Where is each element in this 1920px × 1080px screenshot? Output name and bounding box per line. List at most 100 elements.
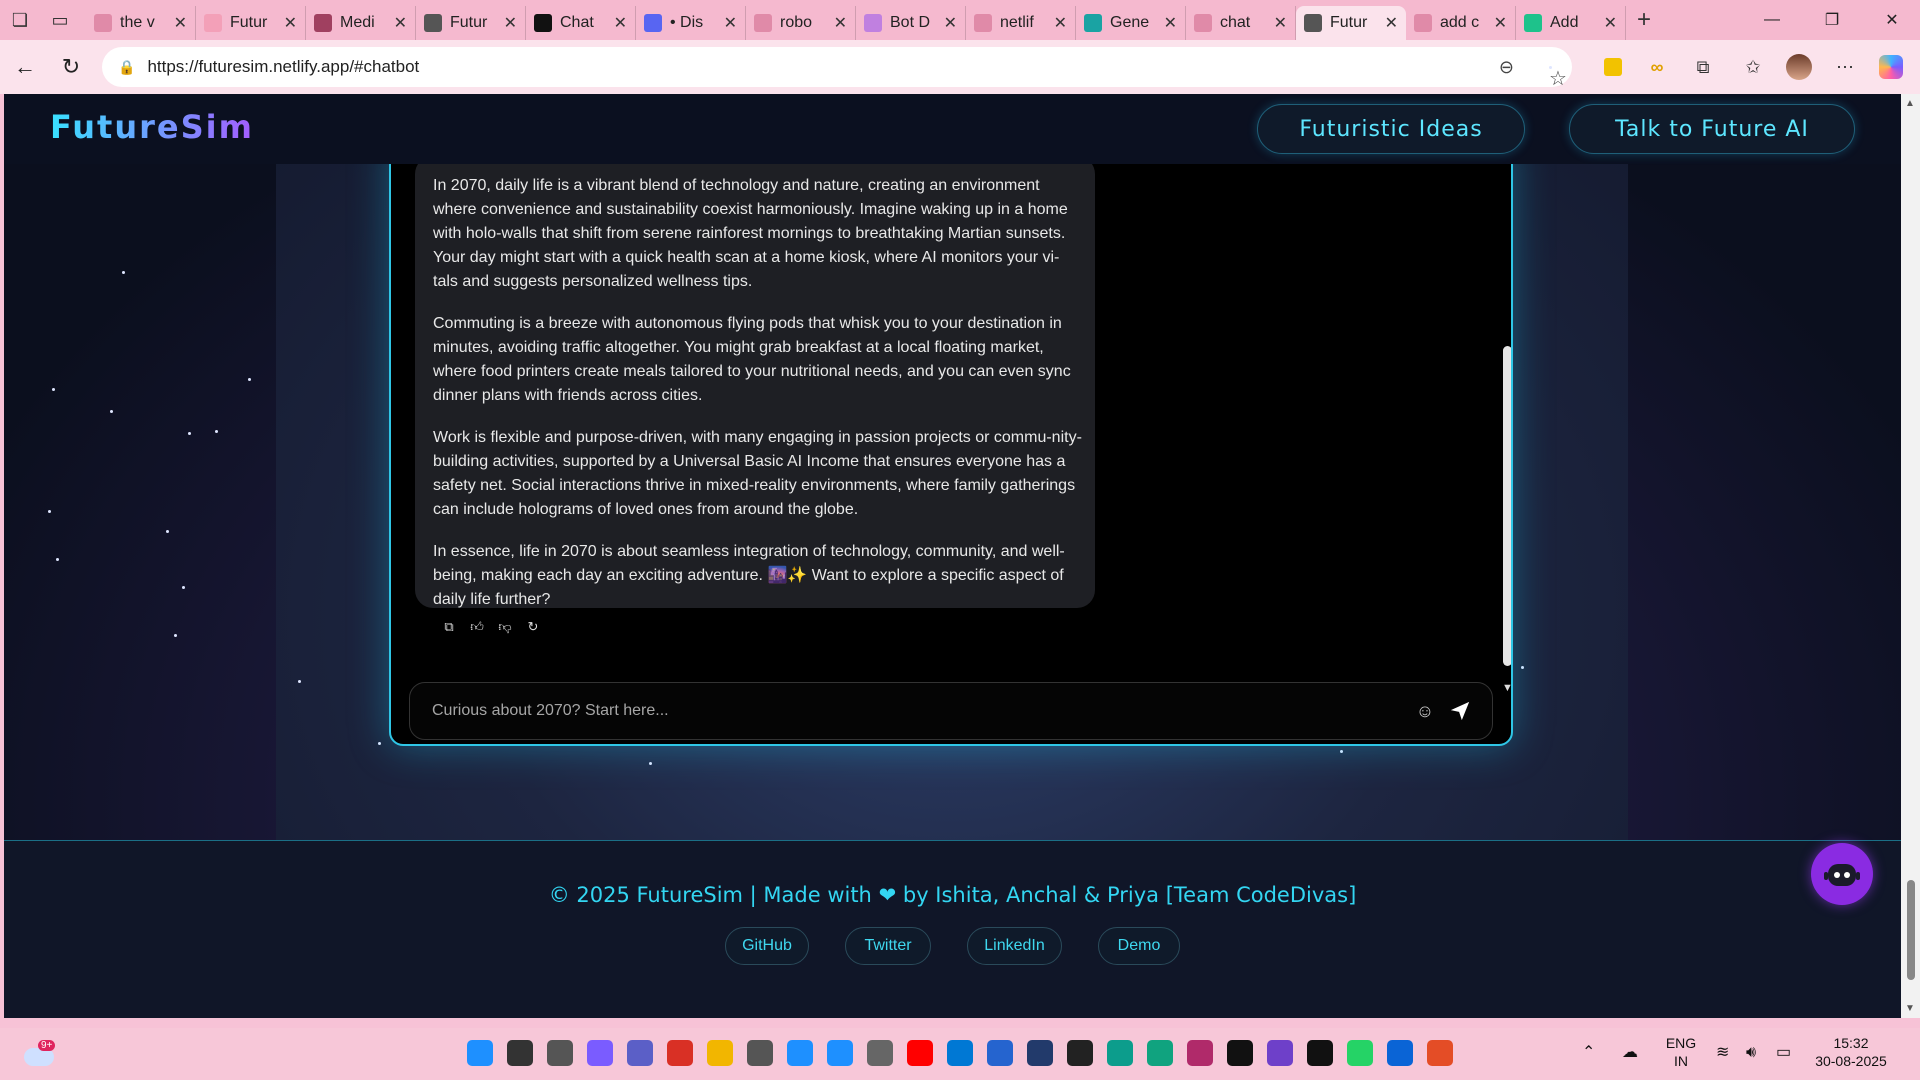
snipping-icon[interactable] <box>1027 1040 1053 1066</box>
browser-tab[interactable]: Chat ✕ <box>526 6 636 40</box>
close-tab-icon[interactable]: ✕ <box>1494 13 1507 33</box>
emoji-icon[interactable]: ☺ <box>1414 700 1436 722</box>
linkedin-link[interactable]: LinkedIn <box>967 927 1062 965</box>
volume-icon[interactable]: 🔊︎ <box>1746 1044 1756 1062</box>
futuristic-ideas-button[interactable]: Futuristic Ideas <box>1257 104 1525 154</box>
thumbs-down-icon[interactable]: 👎︎ <box>497 619 513 635</box>
page-scrollbar[interactable]: ▲ ▼ <box>1901 94 1920 1018</box>
zoom-icon[interactable]: ⊖ <box>1499 57 1514 78</box>
favorite-star-icon[interactable]: ☆ <box>1549 65 1567 90</box>
browser-tab[interactable]: Bot D ✕ <box>856 6 966 40</box>
terminal-preview-icon[interactable] <box>1067 1040 1093 1066</box>
browser-tab[interactable]: Add ✕ <box>1516 6 1626 40</box>
calculator-icon[interactable] <box>867 1040 893 1066</box>
hidden-icons-chevron-icon[interactable]: ⌃ <box>1582 1044 1595 1062</box>
vscode-icon[interactable] <box>947 1040 973 1066</box>
demo-link[interactable]: Demo <box>1098 927 1180 965</box>
scroll-up-icon[interactable]: ▲ <box>1905 98 1915 109</box>
terminal-icon[interactable] <box>1227 1040 1253 1066</box>
more-menu-icon[interactable]: ⋯ <box>1828 50 1862 84</box>
browser-tab[interactable]: Futur ✕ <box>1296 6 1406 40</box>
browser-tab[interactable]: add c ✕ <box>1406 6 1516 40</box>
close-tab-icon[interactable]: ✕ <box>1604 13 1617 33</box>
onedrive-icon[interactable] <box>1387 1040 1413 1066</box>
chat-scrollbar[interactable] <box>1503 346 1511 666</box>
photos-icon[interactable] <box>787 1040 813 1066</box>
github-desktop-icon[interactable] <box>1267 1040 1293 1066</box>
site-logo[interactable]: FutureSim <box>50 108 254 146</box>
browser-tab[interactable]: Gene ✕ <box>1076 6 1186 40</box>
chatgpt-icon[interactable] <box>1147 1040 1173 1066</box>
language-indicator[interactable]: ENG IN <box>1660 1034 1702 1070</box>
onedrive-status-icon[interactable]: ☁ <box>1622 1044 1638 1062</box>
regenerate-icon[interactable]: ↻ <box>525 619 541 635</box>
battery-icon[interactable]: ▭ <box>1776 1044 1791 1062</box>
close-window-button[interactable]: ✕ <box>1862 0 1920 40</box>
close-tab-icon[interactable]: ✕ <box>504 13 517 33</box>
close-tab-icon[interactable]: ✕ <box>174 13 187 33</box>
url-field[interactable]: 🔒 https://futuresim.netlify.app/#chatbot… <box>102 47 1572 90</box>
browser-tab[interactable]: chat ✕ <box>1186 6 1296 40</box>
close-tab-icon[interactable]: ✕ <box>944 13 957 33</box>
start-icon[interactable] <box>467 1040 493 1066</box>
profile-avatar[interactable] <box>1782 50 1816 84</box>
todo-icon[interactable] <box>987 1040 1013 1066</box>
new-tab-button[interactable]: + <box>1626 6 1662 34</box>
close-tab-icon[interactable]: ✕ <box>1385 13 1398 33</box>
restore-button[interactable]: ❐ <box>1802 0 1862 40</box>
media-icon[interactable] <box>1187 1040 1213 1066</box>
twitter-link[interactable]: Twitter <box>845 927 931 965</box>
back-button[interactable]: ← <box>2 47 48 87</box>
favorites-icon[interactable]: ✩ <box>1736 50 1770 84</box>
close-tab-icon[interactable]: ✕ <box>614 13 627 33</box>
extension-infinity-icon[interactable]: ∞ <box>1640 50 1674 84</box>
notepad-icon[interactable] <box>827 1040 853 1066</box>
browser-tab[interactable]: • Dis ✕ <box>636 6 746 40</box>
camera-icon[interactable] <box>747 1040 773 1066</box>
app-icon[interactable] <box>1427 1040 1453 1066</box>
talk-to-future-ai-button[interactable]: Talk to Future AI <box>1569 104 1855 154</box>
copilot-icon[interactable] <box>1874 50 1908 84</box>
browser-tab[interactable]: netlif ✕ <box>966 6 1076 40</box>
close-tab-icon[interactable]: ✕ <box>284 13 297 33</box>
browser-tab[interactable]: robo ✕ <box>746 6 856 40</box>
copy-icon[interactable]: ⧉ <box>441 619 457 635</box>
task-view-icon[interactable] <box>547 1040 573 1066</box>
close-tab-icon[interactable]: ✕ <box>834 13 847 33</box>
search-icon[interactable] <box>507 1040 533 1066</box>
minimize-button[interactable]: — <box>1742 0 1802 40</box>
thumbs-up-icon[interactable]: 👍︎ <box>469 619 485 635</box>
wifi-icon[interactable]: ≋ <box>1716 1044 1729 1062</box>
scroll-down-arrow-icon[interactable]: ▼ <box>1905 1003 1915 1014</box>
clock[interactable]: 15:32 30-08-2025 <box>1808 1034 1894 1070</box>
browser-tab[interactable]: the v ✕ <box>86 6 196 40</box>
youtube-icon[interactable] <box>907 1040 933 1066</box>
scroll-down-icon[interactable]: ▼ <box>1502 682 1511 694</box>
teams-icon[interactable] <box>627 1040 653 1066</box>
whatsapp-icon[interactable] <box>1347 1040 1373 1066</box>
browser-tab[interactable]: Medi ✕ <box>306 6 416 40</box>
edge-icon[interactable] <box>1107 1040 1133 1066</box>
chatbot-launcher-button[interactable] <box>1811 843 1873 905</box>
close-tab-icon[interactable]: ✕ <box>394 13 407 33</box>
chat-message-input[interactable] <box>432 702 1392 720</box>
gmail-icon[interactable] <box>667 1040 693 1066</box>
github-link[interactable]: GitHub <box>725 927 809 965</box>
close-tab-icon[interactable]: ✕ <box>1054 13 1067 33</box>
refresh-button[interactable]: ↻ <box>48 47 94 87</box>
copilot-icon[interactable] <box>587 1040 613 1066</box>
close-tab-icon[interactable]: ✕ <box>1274 13 1287 33</box>
vertical-tabs-icon[interactable]: ▭ <box>40 0 80 40</box>
extensions-puzzle-icon[interactable]: ⧉ <box>1686 50 1720 84</box>
browser-tab[interactable]: Futur ✕ <box>196 6 306 40</box>
send-icon[interactable] <box>1448 699 1472 723</box>
close-tab-icon[interactable]: ✕ <box>1164 13 1177 33</box>
scrollbar-thumb[interactable] <box>1907 880 1915 980</box>
workspaces-icon[interactable]: ❏ <box>0 0 40 40</box>
close-tab-icon[interactable]: ✕ <box>724 13 737 33</box>
github-icon[interactable] <box>1307 1040 1333 1066</box>
url-text[interactable]: https://futuresim.netlify.app/#chatbot <box>147 57 419 77</box>
weather-widget[interactable]: 9+ <box>24 1040 58 1068</box>
browser-tab[interactable]: Futur ✕ <box>416 6 526 40</box>
file-explorer-icon[interactable] <box>707 1040 733 1066</box>
